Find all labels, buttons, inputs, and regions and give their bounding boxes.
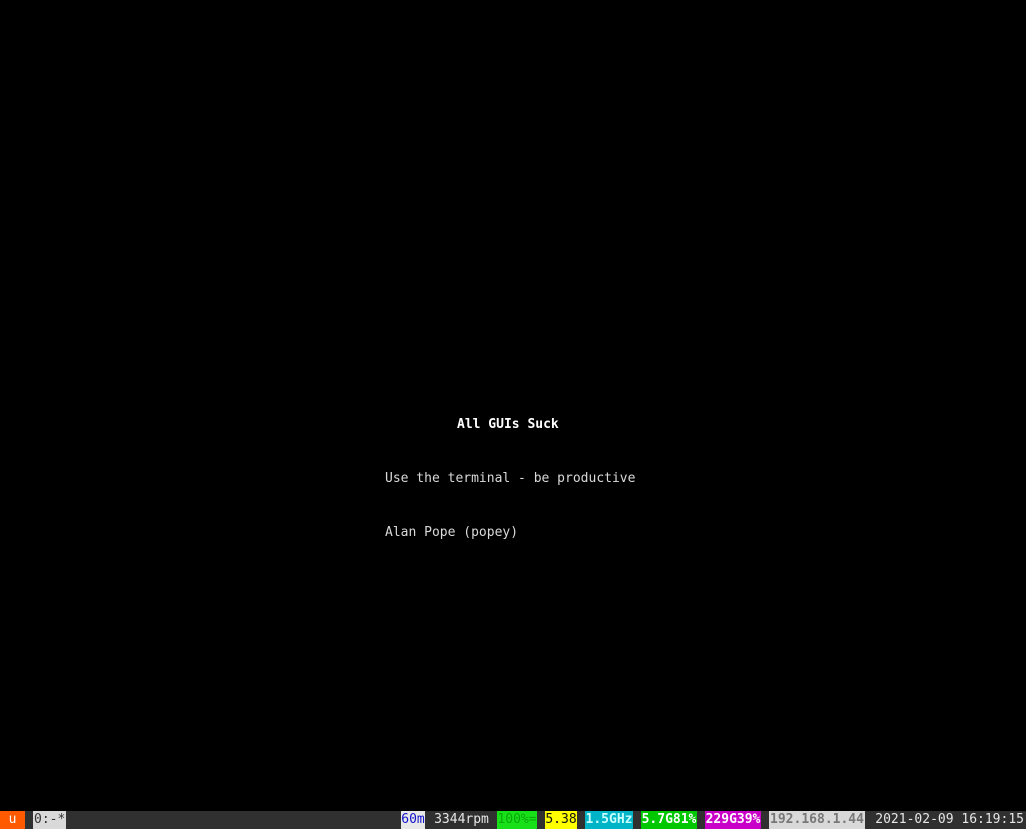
ip-address-indicator: 192.168.1.44 — [769, 811, 865, 829]
load-average-indicator: 5.38 — [545, 811, 577, 829]
motd-line-tagline: Use the terminal - be productive — [385, 471, 636, 486]
motd-title: All GUIs Suck — [457, 417, 559, 432]
fan-speed-indicator: 3344rpm — [434, 812, 489, 827]
memory-indicator: 5.7G81% — [641, 811, 697, 829]
window-tab-0[interactable]: 0:-* — [33, 811, 66, 829]
datetime-indicator: 2021-02-09 16:19:15 — [875, 812, 1024, 827]
battery-indicator: 100%= — [497, 811, 537, 829]
tmux-status-bar: u 0:-* 60m 3344rpm 100%= 5.38 1.5GHz 5.7… — [0, 811, 1026, 829]
terminal-window[interactable]: All GUIs Suck Use the terminal - be prod… — [0, 0, 1026, 811]
motd-message: All GUIs Suck Use the terminal - be prod… — [385, 380, 635, 578]
disk-indicator: 229G39% — [705, 811, 761, 829]
ubuntu-logo-icon: u — [0, 811, 25, 829]
motd-line-author: Alan Pope (popey) — [385, 525, 519, 540]
uptime-indicator: 60m — [401, 811, 425, 829]
cpu-frequency-indicator: 1.5GHz — [585, 811, 633, 829]
